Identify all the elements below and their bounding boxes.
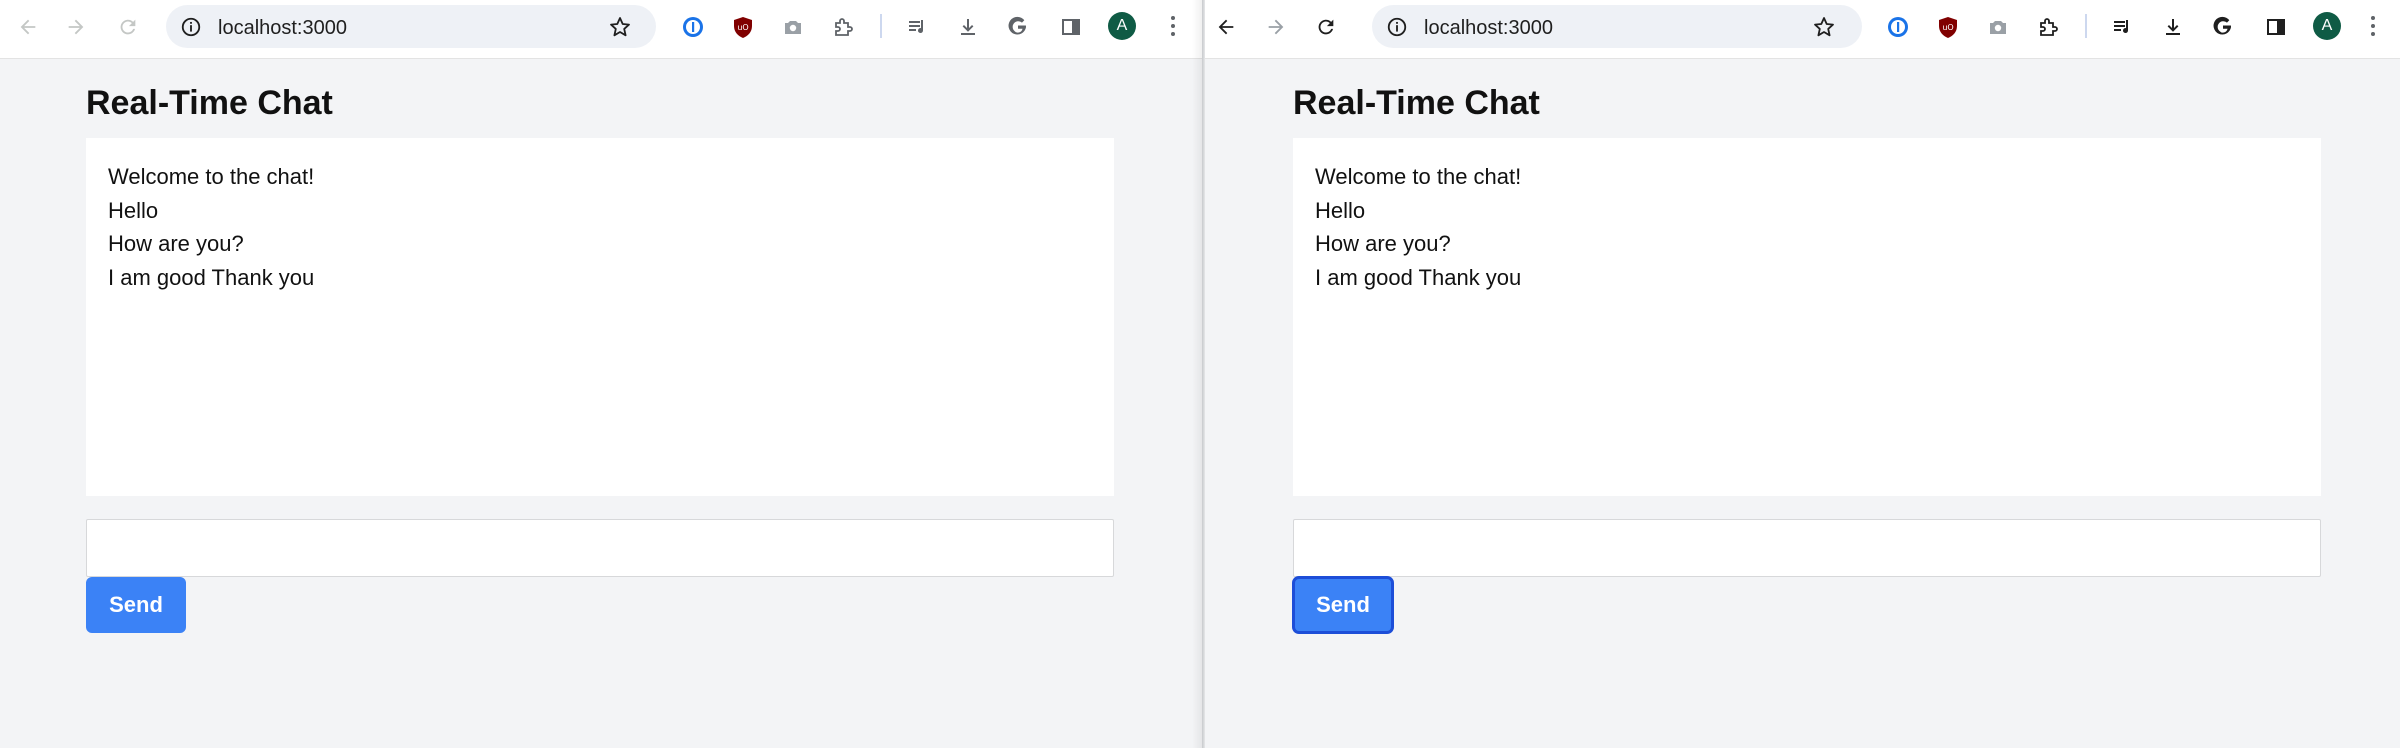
forward-icon	[1268, 19, 1284, 35]
screenshot-icon	[1990, 21, 2006, 34]
message-item: How are you?	[1315, 231, 1451, 256]
screenshot-button[interactable]	[1985, 14, 2011, 40]
back-icon	[20, 19, 36, 35]
message-item: Welcome to the chat!	[108, 164, 315, 189]
svg-text:uO: uO	[737, 23, 748, 32]
address-bar[interactable]: localhost:3000	[166, 5, 656, 48]
page-title: Real-Time Chat	[86, 84, 333, 122]
address-url: localhost:3000	[218, 17, 347, 39]
profile-avatar[interactable]: A	[1108, 12, 1136, 40]
reading-list-icon	[2114, 20, 2129, 34]
side-panel-button[interactable]	[1058, 14, 1084, 40]
extensions-button[interactable]	[830, 14, 856, 40]
password-manager-button[interactable]	[680, 14, 706, 40]
toolbar-separator	[880, 14, 882, 38]
password-manager-button[interactable]	[1885, 14, 1911, 40]
message-input[interactable]	[1293, 519, 2321, 577]
message-item: Welcome to the chat!	[1315, 164, 1522, 189]
message-item: How are you?	[108, 231, 244, 256]
reading-list-button[interactable]	[2110, 14, 2136, 40]
address-bar[interactable]: localhost:3000	[1372, 5, 1862, 48]
browser-toolbar: localhost:3000 uO A	[1205, 0, 2400, 59]
reload-button[interactable]	[113, 12, 143, 42]
profile-avatar[interactable]: A	[2313, 12, 2341, 40]
message-input[interactable]	[86, 519, 1114, 577]
page-content: Real-Time Chat Welcome to the chat! Hell…	[1205, 60, 2400, 748]
message-item: Hello	[1315, 197, 1366, 223]
bookmark-star-icon[interactable]	[1812, 15, 1836, 39]
reload-button[interactable]	[1311, 12, 1341, 42]
side-panel-icon	[2267, 19, 2285, 35]
message-item: Hello	[108, 197, 159, 223]
extensions-button[interactable]	[2035, 14, 2061, 40]
side-panel-icon	[1062, 19, 1080, 35]
download-icon	[961, 19, 975, 35]
forward-icon	[68, 19, 84, 35]
download-icon	[2166, 19, 2180, 35]
messages-box: Welcome to the chat! Hello How are you? …	[1293, 138, 2321, 496]
send-button[interactable]: Send	[86, 577, 186, 633]
password-manager-icon	[683, 17, 703, 37]
message-item: I am good Thank you	[1315, 264, 1522, 290]
page-title: Real-Time Chat	[1293, 84, 1540, 122]
menu-icon[interactable]	[2368, 14, 2378, 38]
google-button[interactable]	[1005, 14, 1031, 40]
browser-window-right: localhost:3000 uO A Real-Time Chat Welco…	[1205, 0, 2400, 748]
forward-button[interactable]	[61, 12, 91, 42]
google-icon	[2213, 16, 2231, 35]
site-info-icon[interactable]	[180, 16, 202, 38]
message-item: I am good Thank you	[108, 264, 315, 290]
send-button[interactable]: Send	[1293, 577, 1393, 633]
reading-list-button[interactable]	[905, 14, 931, 40]
back-button[interactable]	[1211, 12, 1241, 42]
screenshot-icon	[785, 21, 801, 34]
google-button[interactable]	[2210, 14, 2236, 40]
screenshot-button[interactable]	[780, 14, 806, 40]
side-panel-button[interactable]	[2263, 14, 2289, 40]
toolbar-separator	[2085, 14, 2087, 38]
downloads-button[interactable]	[955, 14, 981, 40]
reload-icon	[1318, 19, 1334, 35]
password-manager-icon	[1888, 17, 1908, 37]
back-icon	[1218, 19, 1234, 35]
back-button[interactable]	[13, 12, 43, 42]
forward-button[interactable]	[1261, 12, 1291, 42]
reading-list-icon	[909, 20, 924, 34]
ublock-button[interactable]: uO	[730, 14, 756, 40]
page-content: Real-Time Chat Welcome to the chat! Hell…	[0, 60, 1202, 748]
extensions-icon	[2040, 18, 2058, 36]
browser-toolbar: localhost:3000 uO A	[0, 0, 1202, 59]
ublock-icon: uO	[734, 17, 752, 38]
address-url: localhost:3000	[1424, 17, 1553, 39]
ublock-button[interactable]: uO	[1935, 14, 1961, 40]
google-icon	[1008, 16, 1026, 35]
svg-text:uO: uO	[1942, 23, 1953, 32]
menu-icon[interactable]	[1168, 14, 1178, 38]
site-info-icon[interactable]	[1386, 16, 1408, 38]
reload-icon	[120, 19, 136, 35]
messages-box: Welcome to the chat! Hello How are you? …	[86, 138, 1114, 496]
ublock-icon: uO	[1939, 17, 1957, 38]
browser-window-left: localhost:3000 uO A Real-Time Chat Welco…	[0, 0, 1202, 748]
bookmark-star-icon[interactable]	[608, 15, 632, 39]
downloads-button[interactable]	[2160, 14, 2186, 40]
extensions-icon	[835, 18, 853, 36]
